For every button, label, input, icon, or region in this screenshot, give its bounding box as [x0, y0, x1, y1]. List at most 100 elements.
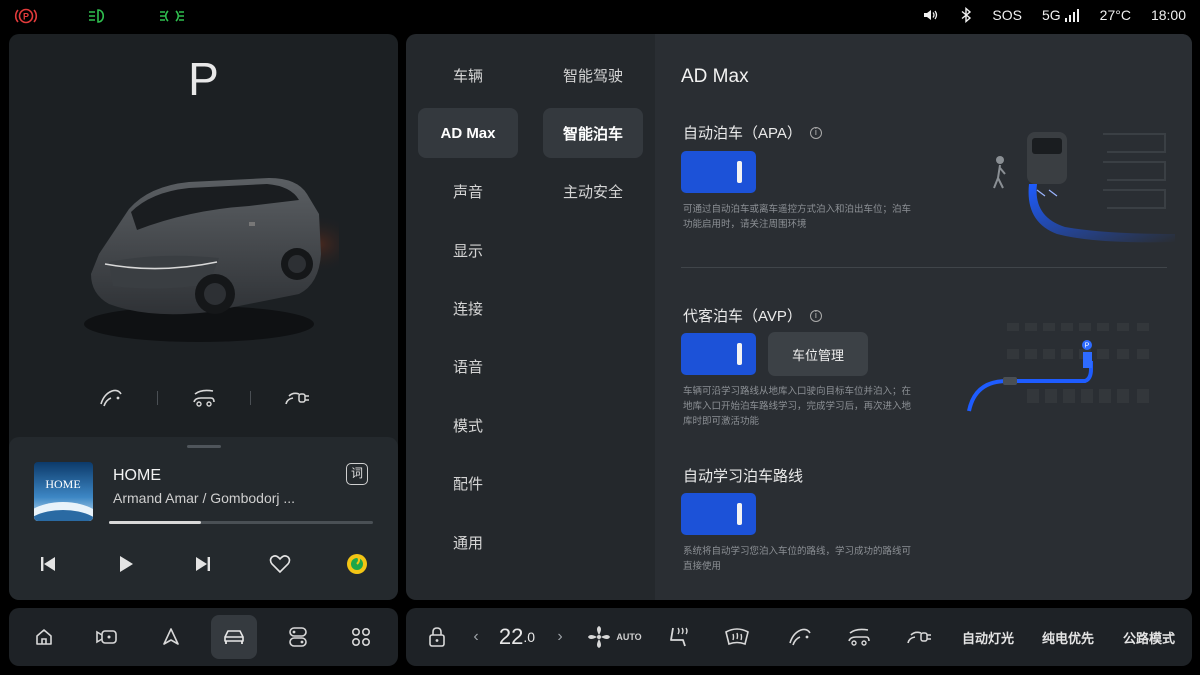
media-player: HOME HOME Armand Amar / Gombodorj ... 词	[9, 437, 398, 600]
camera-icon[interactable]	[84, 615, 130, 659]
tailgate-icon[interactable]	[91, 378, 131, 418]
nav-primary-item-8[interactable]: 通用	[418, 517, 518, 567]
learn-desc-line1: 系统将自动学习您泊入车位的路线，学习成功的路线可	[683, 546, 912, 557]
temperature-up-icon[interactable]: ›	[552, 608, 568, 666]
nav-primary-item-5[interactable]: 语音	[418, 342, 518, 392]
network-indicator: 5G	[1042, 7, 1080, 23]
nav-primary-item-0[interactable]: 车辆	[418, 50, 518, 100]
headlight-icon	[86, 6, 110, 26]
music-app-icon[interactable]	[342, 549, 372, 579]
clock: 18:00	[1150, 7, 1186, 23]
avp-section-title: 代客泊车（AVP） i	[683, 305, 822, 326]
dock-left	[9, 608, 398, 666]
parking-space-management-button[interactable]: 车位管理	[768, 332, 868, 376]
lyrics-button[interactable]: 词	[346, 463, 368, 485]
road-mode-button[interactable]: 公路模式	[1114, 608, 1184, 666]
nav-secondary-item-2[interactable]: 主动安全	[543, 167, 643, 217]
playback-progress-fill	[109, 521, 202, 524]
drag-handle[interactable]	[187, 445, 221, 448]
avp-desc-line3: 库时即可激活功能	[683, 416, 760, 427]
network-label: 5G	[1041, 7, 1061, 23]
tailgate-dock-icon[interactable]	[783, 608, 817, 666]
next-track-icon[interactable]	[188, 549, 218, 579]
cabin-temperature-int: 22	[498, 624, 524, 649]
seat-heat-icon[interactable]	[662, 608, 696, 666]
apa-toggle[interactable]	[681, 151, 756, 193]
dock-right: ‹ 22.0 › AUTO 自动灯光 纯电优先 公路模式	[406, 608, 1192, 666]
avp-toggle[interactable]	[681, 333, 756, 375]
sos-label[interactable]: SOS	[992, 7, 1022, 23]
frunk-dock-icon[interactable]	[842, 608, 876, 666]
track-artist: Armand Amar / Gombodorj ...	[113, 490, 296, 506]
car-icon[interactable]	[211, 615, 257, 659]
nav-primary-item-1[interactable]: AD Max	[418, 108, 518, 159]
track-title: HOME	[113, 467, 161, 484]
nav-primary-item-7[interactable]: 配件	[418, 459, 518, 509]
nav-primary-item-2[interactable]: 声音	[418, 167, 518, 217]
nav-primary-item-6[interactable]: 模式	[418, 400, 518, 450]
learn-route-toggle[interactable]	[681, 493, 756, 535]
navigation-icon[interactable]	[148, 615, 194, 659]
gear-indicator: P	[188, 53, 219, 105]
cabin-temperature-dec: .0	[523, 629, 536, 645]
nav-secondary-item-1[interactable]: 智能泊车	[543, 108, 643, 159]
vehicle-quick-actions	[9, 378, 398, 418]
switch-icon[interactable]	[275, 615, 321, 659]
charge-port-icon[interactable]	[277, 378, 317, 418]
album-art-text: HOME	[45, 477, 80, 491]
side-light-icon	[158, 6, 186, 26]
settings-content: AD Max 自动泊车（APA） i 可通过自动泊车或离车遥控方式泊入和泊出车位…	[655, 34, 1192, 600]
nav-primary-item-4[interactable]: 连接	[418, 284, 518, 334]
learn-route-title: 自动学习泊车路线	[683, 468, 804, 485]
avp-description: 车辆可沿学习路线从地库入口驶向目标车位并泊入；在 地库入口开始泊车路线学习，完成…	[683, 384, 933, 429]
charge-port-dock-icon[interactable]	[902, 608, 936, 666]
avp-info-icon[interactable]: i	[809, 309, 822, 322]
learn-desc-line2: 直接使用	[683, 561, 722, 572]
favorite-icon[interactable]	[265, 549, 295, 579]
nav-primary-item-3[interactable]: 显示	[418, 225, 518, 275]
fan-auto-button[interactable]: AUTO	[584, 608, 644, 666]
avp-title: 代客泊车（AVP）	[683, 308, 802, 325]
signal-icon	[1064, 8, 1079, 22]
avp-parking-marker: P	[1085, 343, 1090, 350]
settings-secondary-nav: 智能驾驶智能泊车主动安全	[543, 50, 643, 225]
bluetooth-icon[interactable]	[960, 7, 972, 23]
outside-temperature: 27°C	[1099, 7, 1131, 23]
svg-text:P: P	[23, 12, 29, 22]
apa-title: 自动泊车（APA）	[683, 125, 802, 142]
status-bar: P SOS 5G 27°C 18:00	[0, 0, 1200, 33]
fan-icon	[588, 626, 611, 648]
volume-icon[interactable]	[922, 8, 940, 22]
cabin-temperature[interactable]: 22.0	[492, 608, 542, 666]
apa-illustration	[993, 132, 1175, 243]
play-icon[interactable]	[111, 549, 141, 579]
vehicle-panel: P HOME HOME Armand Amar / Gombodorj ... …	[9, 34, 398, 600]
section-divider	[681, 267, 1167, 268]
settings-primary-nav: 车辆 AD Max 声音显示连接语音模式配件通用	[418, 50, 518, 576]
fan-auto-label: AUTO	[616, 632, 642, 642]
vehicle-image	[84, 178, 339, 342]
apps-icon[interactable]	[338, 615, 384, 659]
apa-info-icon[interactable]: i	[809, 126, 822, 139]
apa-desc-line2: 功能启用时，请关注周围环境	[683, 219, 807, 230]
temperature-down-icon[interactable]: ‹	[468, 608, 484, 666]
apa-desc-line1: 可通过自动泊车或离车遥控方式泊入和泊出车位；泊车	[683, 204, 912, 215]
playback-controls	[9, 549, 398, 579]
previous-track-icon[interactable]	[33, 549, 63, 579]
defrost-icon[interactable]	[720, 608, 754, 666]
apa-description: 可通过自动泊车或离车遥控方式泊入和泊出车位；泊车 功能启用时，请关注周围环境	[683, 202, 933, 232]
page-title: AD Max	[681, 66, 749, 87]
home-icon[interactable]	[21, 615, 67, 659]
apa-section-title: 自动泊车（APA） i	[683, 122, 822, 143]
nav-secondary-item-0[interactable]: 智能驾驶	[543, 50, 643, 100]
playback-progress[interactable]	[109, 521, 373, 524]
learn-route-description: 系统将自动学习您泊入车位的路线，学习成功的路线可 直接使用	[683, 544, 933, 574]
frunk-icon[interactable]	[184, 378, 224, 418]
auto-light-button[interactable]: 自动灯光	[956, 608, 1020, 666]
album-art[interactable]: HOME	[34, 462, 93, 521]
lock-icon[interactable]	[424, 608, 450, 666]
avp-desc-line2: 地库入口开始泊车路线学习，完成学习后，再次进入地	[683, 401, 912, 412]
parking-brake-icon: P	[14, 6, 38, 26]
learn-route-section-title: 自动学习泊车路线	[683, 465, 803, 486]
ev-priority-button[interactable]: 纯电优先	[1036, 608, 1100, 666]
